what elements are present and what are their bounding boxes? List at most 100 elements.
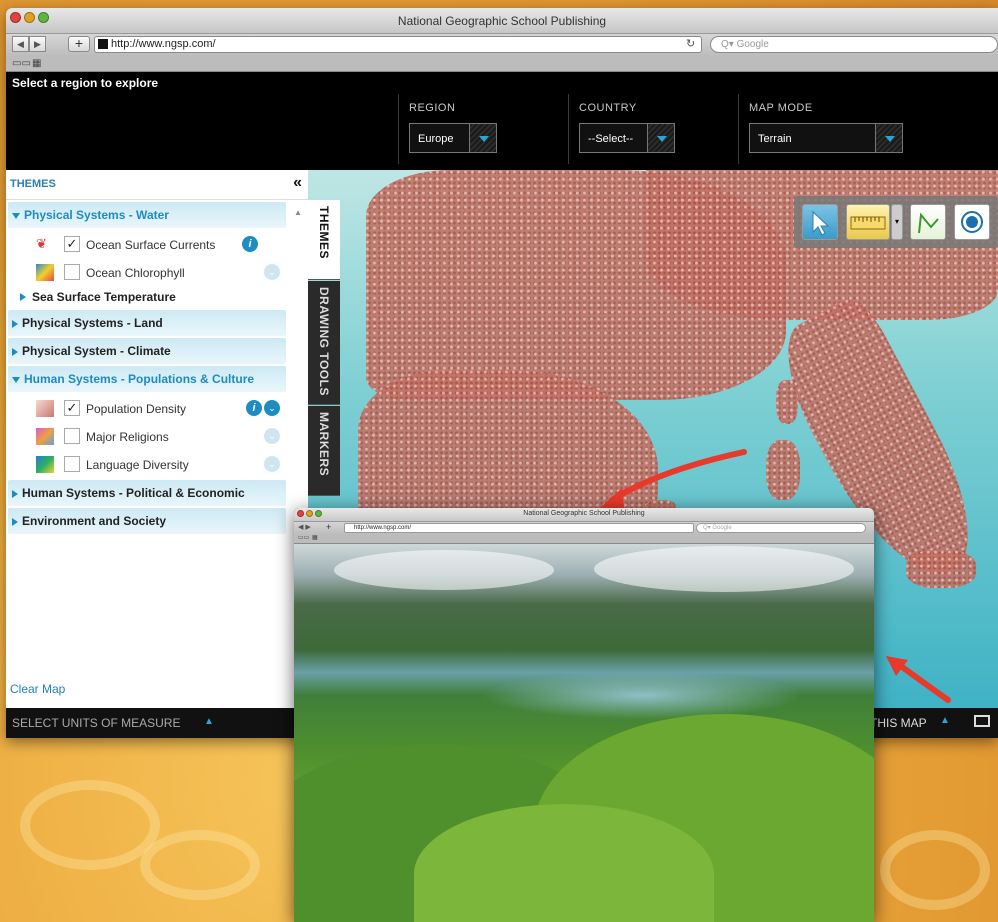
units-of-measure-selector[interactable]: SELECT UNITS OF MEASURE [12, 716, 180, 730]
map-landmass-sicily [906, 550, 976, 588]
select-pointer-icon[interactable] [802, 204, 838, 240]
popup-title: National Geographic School Publishing [523, 510, 645, 517]
section-physical-climate[interactable]: Physical System - Climate [8, 338, 286, 364]
subsection-sea-surface-temperature[interactable]: Sea Surface Temperature [6, 286, 308, 308]
forward-button[interactable]: ▶ [29, 36, 46, 52]
this-map-expand-icon[interactable]: ▲ [940, 715, 950, 726]
photo-popup-window: National Geographic School Publishing ◀ … [294, 508, 874, 922]
popup-address-bar[interactable]: http://www.ngsp.com/ [344, 523, 694, 533]
site-favicon-icon [98, 39, 108, 49]
map-mode-value: Terrain [758, 133, 792, 145]
layer-population-density: ✓ Population Density i ⌄ [6, 394, 308, 422]
grid-icon[interactable]: ▦ [32, 58, 41, 69]
ocean-currents-thumbnail-icon: ❦ [36, 236, 47, 251]
ruler-measure-icon[interactable] [846, 204, 890, 240]
population-thumbnail-icon [36, 400, 54, 417]
expand-chevron-icon[interactable]: ⌄ [264, 264, 280, 280]
region-value: Europe [418, 133, 454, 145]
popup-bookmarks-bar: ▭▭ ▦ [294, 534, 874, 544]
map-mode-label: MAP MODE [749, 102, 813, 114]
window-titlebar: National Geographic School Publishing [6, 8, 998, 34]
expanded-triangle-icon [12, 376, 20, 383]
info-icon[interactable]: i [246, 400, 262, 416]
window-title: National Geographic School Publishing [397, 14, 607, 28]
collapsed-triangle-icon [12, 319, 18, 328]
reload-icon[interactable]: ↻ [686, 37, 695, 50]
layer-label: Language Diversity [86, 458, 189, 472]
panel-tabs: THEMES DRAWING TOOLS MARKERS [308, 170, 340, 500]
book-icon[interactable]: ▭▭ [12, 58, 31, 69]
country-select[interactable]: --Select-- [579, 123, 675, 153]
expand-chevron-icon[interactable]: ⌄ [264, 428, 280, 444]
religions-thumbnail-icon [36, 428, 54, 445]
tab-themes[interactable]: THEMES [308, 200, 340, 280]
language-thumbnail-icon [36, 456, 54, 473]
tool-dropdown-icon[interactable]: ▾ [891, 204, 903, 240]
marker-target-icon[interactable] [954, 204, 990, 240]
region-tagline: Select a region to explore [6, 72, 998, 94]
units-expand-icon[interactable]: ▲ [204, 716, 214, 727]
dropdown-arrow-icon[interactable] [469, 123, 497, 153]
draw-line-icon[interactable] [910, 204, 946, 240]
layer-label: Ocean Chlorophyll [86, 266, 185, 280]
layer-label: Ocean Surface Currents [86, 238, 216, 252]
popup-toolbar: ◀ ▶ + http://www.ngsp.com/ Q▾ Google [294, 522, 874, 534]
dropdown-arrow-icon[interactable] [647, 123, 675, 153]
ocean-chlorophyll-checkbox[interactable] [64, 264, 80, 280]
background-swirl [20, 780, 160, 870]
expand-window-icon[interactable] [974, 715, 990, 727]
collapse-panel-icon[interactable]: « [293, 174, 302, 192]
country-control: COUNTRY --Select-- [568, 94, 738, 164]
section-physical-land[interactable]: Physical Systems - Land [8, 310, 286, 336]
population-density-checkbox[interactable]: ✓ [64, 400, 80, 416]
region-label: REGION [409, 102, 456, 114]
language-diversity-checkbox[interactable] [64, 456, 80, 472]
scroll-up-icon[interactable]: ▲ [294, 208, 302, 217]
themes-panel-header: THEMES « [6, 170, 308, 200]
background-swirl [140, 830, 260, 900]
photo-cloud [594, 546, 854, 592]
country-value: --Select-- [588, 133, 634, 145]
layer-major-religions: Major Religions ⌄ [6, 422, 308, 450]
section-human-political[interactable]: Human Systems - Political & Economic [8, 480, 286, 506]
themes-title: THEMES [10, 178, 56, 190]
book-icon[interactable]: ▭▭ [298, 534, 309, 541]
google-search-field[interactable]: Q▾ Google [710, 36, 998, 53]
clear-map-link[interactable]: Clear Map [10, 682, 65, 696]
address-bar[interactable]: http://www.ngsp.com/ [94, 36, 702, 53]
landscape-photo [294, 544, 874, 922]
grid-icon[interactable]: ▦ [312, 534, 318, 541]
this-map-label[interactable]: THIS MAP [870, 716, 927, 730]
collapsed-triangle-icon [12, 517, 18, 526]
add-bookmark-button[interactable]: + [68, 36, 90, 52]
map-landmass-sardinia [766, 440, 800, 500]
layer-language-diversity: Language Diversity ⌄ [6, 450, 308, 478]
chlorophyll-thumbnail-icon [36, 264, 54, 281]
tab-drawing-tools[interactable]: DRAWING TOOLS [308, 281, 340, 405]
popup-back-icon[interactable]: ◀ ▶ [298, 523, 311, 531]
expand-chevron-icon[interactable]: ⌄ [264, 456, 280, 472]
expand-chevron-icon[interactable]: ⌄ [264, 400, 280, 416]
photo-cloud [334, 550, 554, 590]
ocean-surface-currents-checkbox[interactable]: ✓ [64, 236, 80, 252]
section-environment-society[interactable]: Environment and Society [8, 508, 286, 534]
browser-toolbar: ◀ ▶ + http://www.ngsp.com/ ↻ Q▾ Google [6, 34, 998, 56]
back-button[interactable]: ◀ [12, 36, 29, 52]
dropdown-arrow-icon[interactable] [875, 123, 903, 153]
layer-ocean-surface-currents: ❦ ✓ Ocean Surface Currents i [6, 230, 308, 258]
country-label: COUNTRY [579, 102, 637, 114]
section-physical-water[interactable]: Physical Systems - Water [8, 202, 286, 228]
themes-panel: THEMES « ▲ Physical Systems - Water ❦ ✓ … [6, 170, 308, 708]
address-bar-url: http://www.ngsp.com/ [111, 38, 216, 50]
region-control: REGION Europe [398, 94, 568, 164]
map-mode-select[interactable]: Terrain [749, 123, 903, 153]
major-religions-checkbox[interactable] [64, 428, 80, 444]
section-human-populations[interactable]: Human Systems - Populations & Culture [8, 366, 286, 392]
info-icon[interactable]: i [242, 236, 258, 252]
popup-add-icon[interactable]: + [326, 522, 331, 532]
tab-markers[interactable]: MARKERS [308, 406, 340, 496]
background-swirl [880, 830, 990, 910]
bookmarks-bar: ▭▭ ▦ [6, 56, 998, 72]
region-select[interactable]: Europe [409, 123, 497, 153]
popup-search-field[interactable]: Q▾ Google [696, 523, 866, 533]
